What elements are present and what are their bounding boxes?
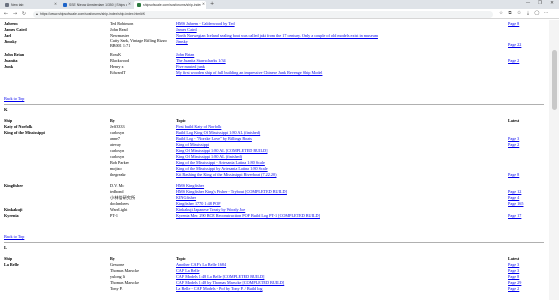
latest-page-link[interactable]: Page 2 [508,286,548,292]
tab-title: SSE Nieuw Amsterdam 1/350 | Ships of t..… [69,3,127,7]
browser-toolbar: ← → ↻ 🔒︎ https://www.shipsofscale.com/so… [0,9,559,19]
latest-page-link[interactable]: Page 22 [508,42,548,48]
ship-name: Jimsky [4,39,17,44]
reload-icon[interactable]: ↻ [20,10,28,18]
favorites-icon[interactable]: ✩ [515,10,523,18]
topic-link[interactable]: Kyrenia Mer. 290 BCE Reconstruction POF … [176,213,506,219]
table-row: EdwardT My first wooden ship of full bui… [0,70,549,76]
forward-arrow-icon[interactable]: → [11,10,19,18]
star-icon[interactable]: ☆ [497,10,505,18]
section-letter-k: K [4,107,8,112]
page-content: Jahrem Ted Robinson HMS Jahrem - Calderw… [0,20,549,300]
section-letter-l: L [4,245,8,250]
section-divider [4,242,544,243]
profile-icon[interactable]: ◯ [533,10,541,18]
minimize-button[interactable]: — [522,0,534,8]
browser-tab-sse[interactable]: SSE Nieuw Amsterdam 1/350 | Ships of t..… [60,1,132,9]
author: Cutty Sark, Vintage Rifling Rizzo BB001 … [110,39,167,48]
table-row: Jimsky Cutty Sark, Vintage Rifling Rizzo… [0,39,549,49]
author: PT-1 [110,213,118,218]
tab-favicon-icon [137,3,141,7]
browser-tab-ship-index[interactable]: shipsofscale.com/sosforums/ship-index/..… [134,1,206,9]
back-to-top-link[interactable]: Back to Top [4,96,24,102]
author: Tony P. [110,286,123,291]
table-row: thegreakr Kit Bashing the King of the Mi… [0,172,549,178]
close-window-button[interactable]: ✕ [546,0,558,8]
maximize-button[interactable]: ❐ [534,0,546,8]
new-tab-button[interactable]: + [210,1,214,8]
table-row: Kyrenia PT-1 Kyrenia Mer. 290 BCE Recons… [0,213,549,219]
tab-favicon-icon [63,3,67,7]
url-text: https://www.shipsofscale.com/sosforums/s… [39,12,146,16]
close-icon[interactable]: ✕ [127,3,132,7]
topic-link[interactable]: My first wooden ship of full building an… [176,70,506,76]
downloads-icon[interactable]: ⤓ [524,10,532,18]
more-menu-icon[interactable]: ⋯ [542,10,550,18]
topic-link[interactable]: Jimsky [176,39,506,45]
back-to-top-link[interactable]: Back to Top [4,234,24,240]
page-scrollbar[interactable] [549,20,559,300]
close-icon[interactable]: ✕ [201,3,206,7]
tab-title: New tab [11,3,24,7]
author: thegreakr [110,172,126,177]
browser-tab-bar: New tab ✕ SSE Nieuw Amsterdam 1/350 | Sh… [0,0,559,9]
latest-page-link[interactable]: Page 8 [508,172,548,178]
tab-favicon-icon [5,3,9,7]
ship-name: Kyrenia [4,213,19,218]
close-icon[interactable]: ✕ [53,3,58,7]
table-row: Tony P. La Belle - CAF Models - Pof by T… [0,286,549,292]
tab-title: shipsofscale.com/sosforums/ship-index/..… [143,3,201,7]
browser-tab-new[interactable]: New tab ✕ [2,1,58,9]
latest-page-link[interactable]: Page 17 [508,213,548,219]
topic-link[interactable]: Kit Bashing the King of the Mississippi … [176,172,506,178]
section-divider [4,104,544,105]
scrollbar-thumb[interactable] [551,50,557,110]
topic-link[interactable]: La Belle - CAF Models - Pof by Tony P. /… [176,286,506,292]
back-arrow-icon[interactable]: ← [2,10,10,18]
author: EdwardT [110,70,126,75]
extensions-icon[interactable]: ⧉ [506,10,514,18]
address-bar[interactable]: 🔒︎ https://www.shipsofscale.com/sosforum… [33,10,493,18]
lock-icon: 🔒︎ [36,12,38,16]
